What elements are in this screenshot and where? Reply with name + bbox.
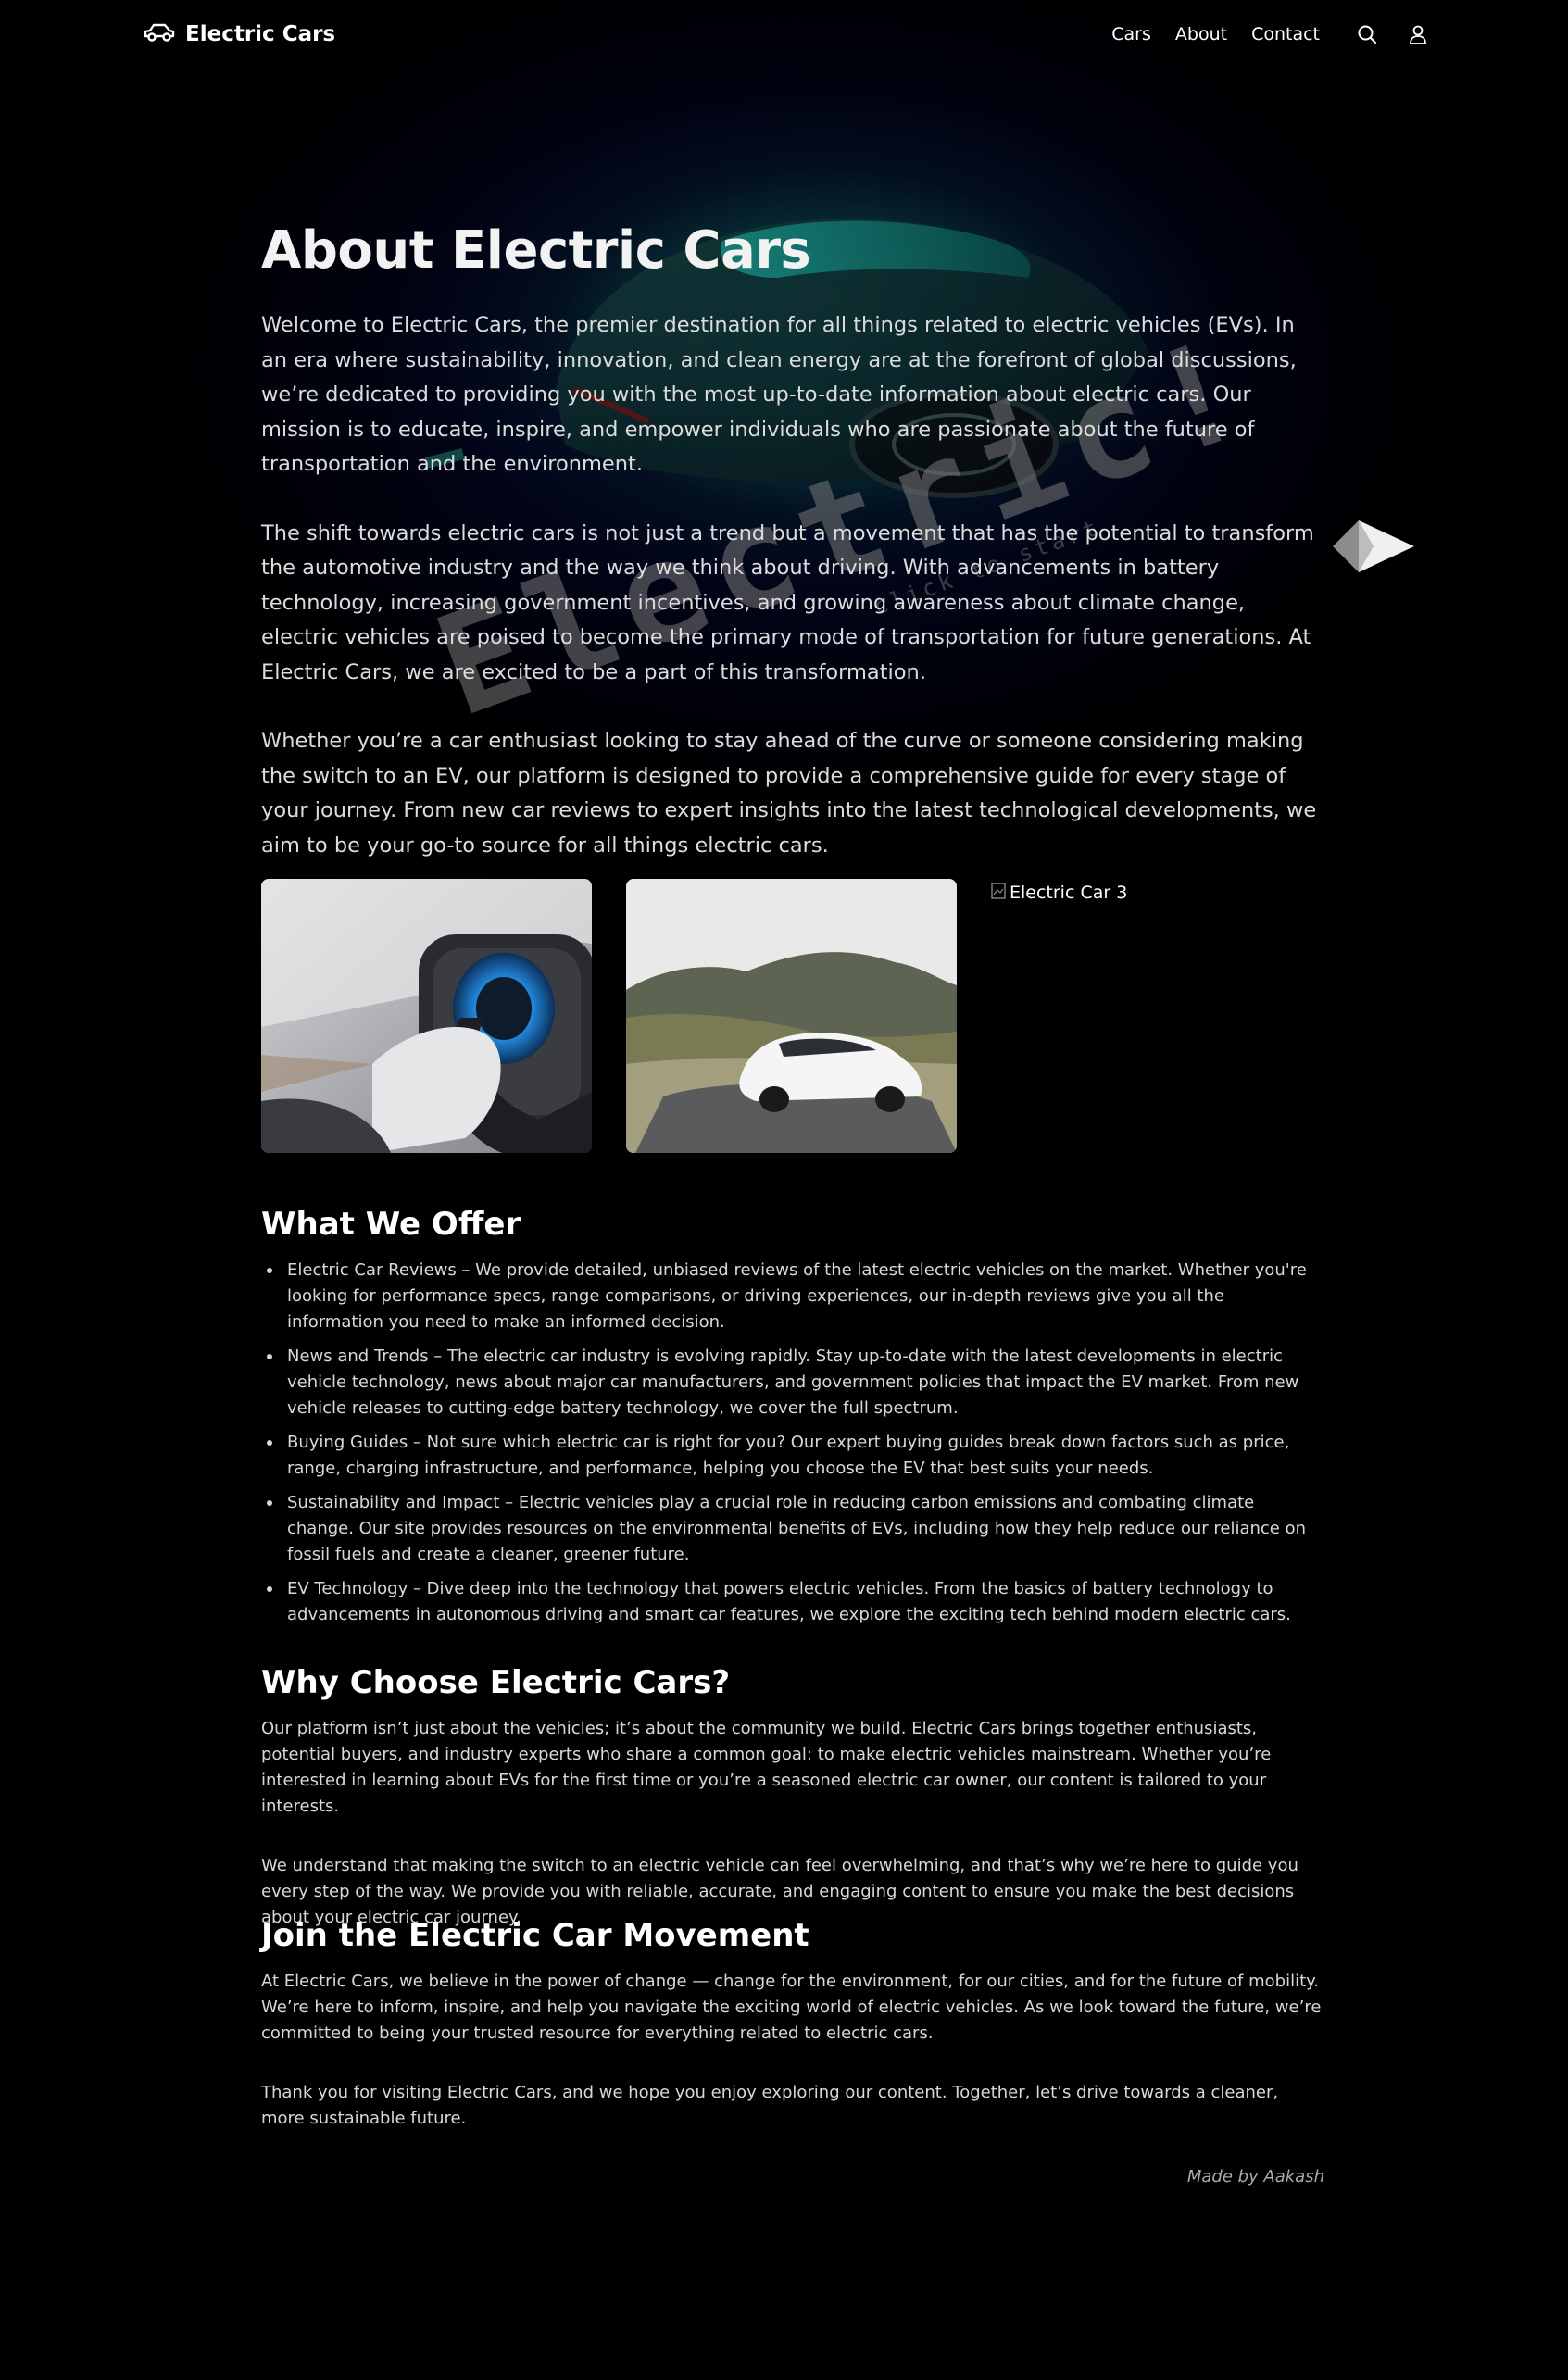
join-paragraph: Thank you for visiting Electric Cars, an… [261, 2083, 1279, 2128]
intro-section: Welcome to Electric Cars, the premier de… [261, 308, 1324, 863]
intro-paragraph: Whether you’re a car enthusiast looking … [261, 729, 1317, 858]
footer-credit: Made by Aakash [1186, 2167, 1324, 2186]
gallery-image-broken: Electric Car 3 [991, 879, 1322, 1153]
join-paragraph: At Electric Cars, we believe in the powe… [261, 1972, 1322, 2043]
list-item: Electric Car Reviews – We provide detail… [261, 1258, 1324, 1335]
nav-cars-link[interactable]: Cars [1111, 24, 1151, 44]
intro-paragraph: Welcome to Electric Cars, the premier de… [261, 313, 1297, 476]
site-header: Electric Cars Cars About Contact [0, 0, 1568, 69]
gallery-image-charging [261, 879, 592, 1153]
brand-link[interactable]: Electric Cars [143, 21, 335, 47]
offer-heading: What We Offer [261, 1206, 521, 1243]
why-paragraph: Our platform isn’t just about the vehicl… [261, 1719, 1272, 1816]
what-we-offer-section: What We Offer Electric Car Reviews – We … [261, 1206, 1324, 1636]
broken-image-icon [991, 879, 1006, 903]
list-item: Sustainability and Impact – Electric veh… [261, 1490, 1324, 1568]
list-item: Buying Guides – Not sure which electric … [261, 1430, 1324, 1482]
next-arrow-icon[interactable] [1331, 519, 1416, 578]
list-item: News and Trends – The electric car indus… [261, 1344, 1324, 1422]
page-title: About Electric Cars [261, 220, 811, 281]
gallery-image-tesla [626, 879, 957, 1153]
intro-paragraph: The shift towards electric cars is not j… [261, 520, 1314, 684]
broken-image-alt: Electric Car 3 [1010, 883, 1128, 903]
nav-about-link[interactable]: About [1175, 24, 1227, 44]
list-item: EV Technology – Dive deep into the techn… [261, 1576, 1324, 1628]
join-heading: Join the Electric Car Movement [261, 1917, 809, 1954]
nav-contact-link[interactable]: Contact [1251, 24, 1320, 44]
offer-list: Electric Car Reviews – We provide detail… [261, 1258, 1324, 1628]
main-nav: Cars About Contact [1087, 24, 1427, 44]
why-heading: Why Choose Electric Cars? [261, 1664, 731, 1701]
car-gallery: Electric Car 3 [261, 879, 1322, 1153]
car-icon [143, 21, 176, 47]
brand-label: Electric Cars [185, 22, 336, 46]
user-icon[interactable] [1409, 24, 1427, 44]
why-choose-section: Why Choose Electric Cars? Our platform i… [261, 1664, 1324, 1931]
search-icon[interactable] [1357, 24, 1377, 44]
join-section: Join the Electric Car Movement At Electr… [261, 1917, 1324, 2132]
